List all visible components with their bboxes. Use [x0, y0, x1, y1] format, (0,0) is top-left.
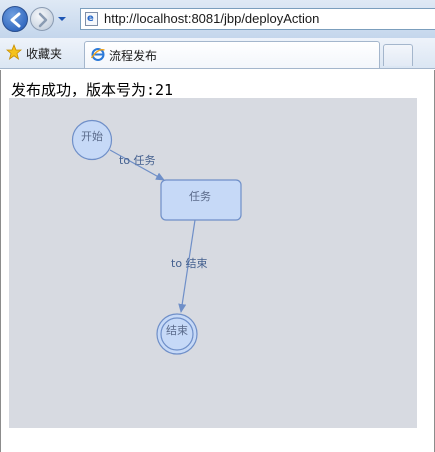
history-dropdown-icon[interactable]	[57, 14, 67, 24]
deploy-message: 发布成功，版本号为:21	[11, 81, 174, 99]
forward-arrow-icon	[38, 12, 48, 28]
task-node-label: 任务	[189, 190, 211, 203]
transition-label-2: to 结束	[171, 257, 208, 270]
star-icon	[6, 44, 22, 60]
page-icon: e	[85, 12, 98, 26]
tab-title: 流程发布	[109, 49, 158, 63]
tab-bar: 收藏夹 流程发布	[0, 38, 435, 69]
back-button[interactable]	[2, 6, 28, 32]
process-diagram: to 任务 to 结束 开始 任务 结束	[9, 98, 417, 428]
transition-label-1: to 任务	[119, 154, 156, 167]
tab-active[interactable]: 流程发布	[84, 41, 380, 68]
address-bar: e http://localhost:8081/jbp/deployAction	[0, 0, 435, 38]
start-node-label: 开始	[81, 129, 103, 143]
page-content: 发布成功，版本号为:21 to 任务 to 结束 开始 任务 结束	[0, 70, 435, 452]
new-tab-button[interactable]	[383, 44, 413, 66]
start-node[interactable]: 开始	[71, 119, 113, 161]
forward-button[interactable]	[30, 7, 54, 31]
favorites-label: 收藏夹	[26, 47, 63, 61]
url-field[interactable]: e http://localhost:8081/jbp/deployAction	[80, 8, 435, 30]
end-node-label: 结束	[166, 324, 188, 337]
url-text: http://localhost:8081/jbp/deployAction	[104, 11, 320, 26]
back-arrow-icon	[10, 12, 21, 28]
end-node[interactable]: 结束	[156, 313, 198, 355]
ie-icon	[91, 48, 105, 61]
task-node[interactable]: 任务	[160, 179, 242, 221]
